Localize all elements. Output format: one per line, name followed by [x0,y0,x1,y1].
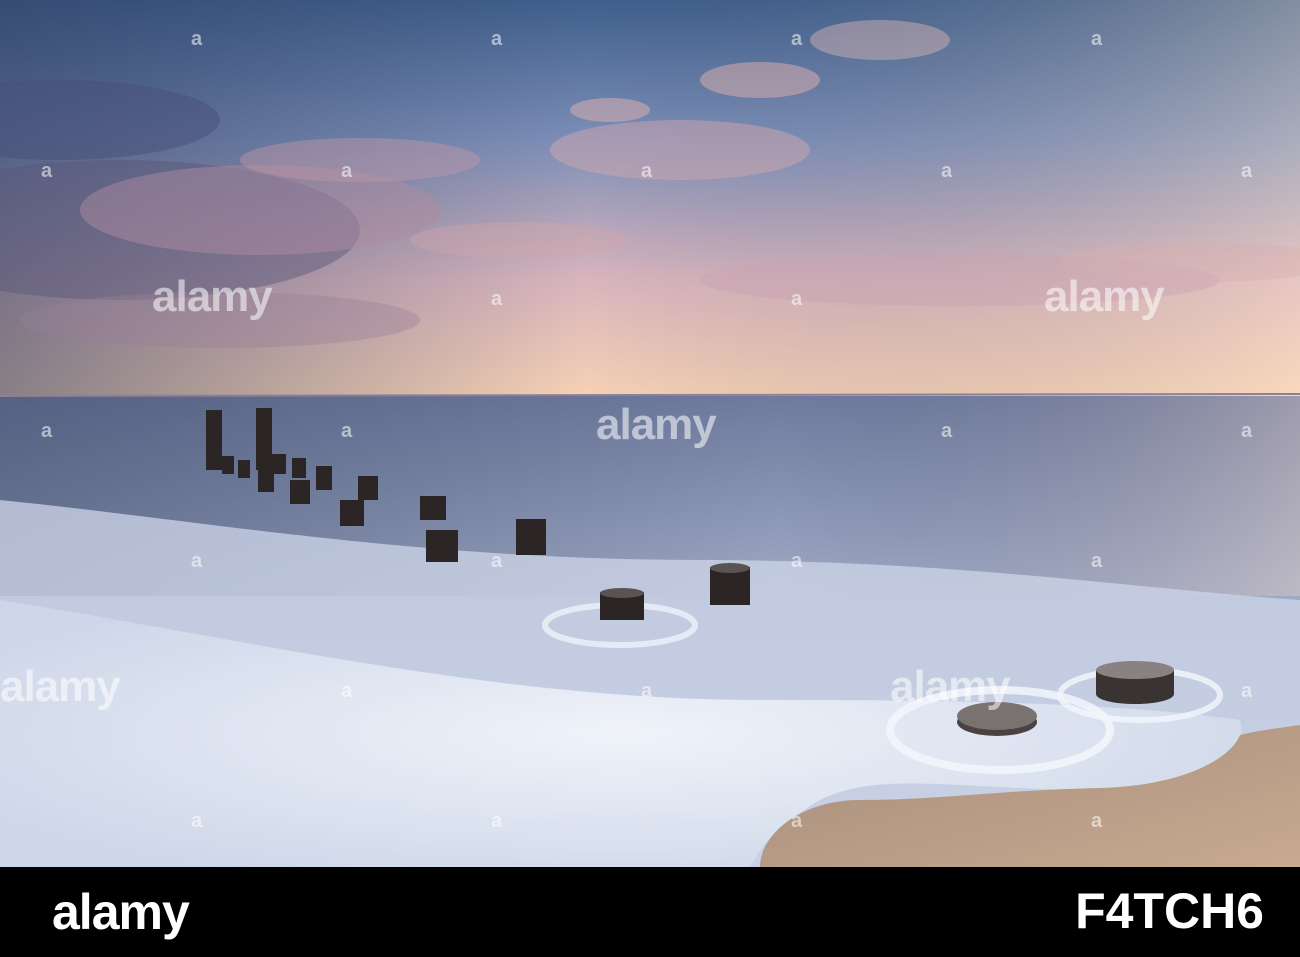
alamy-logo[interactable]: alamy [52,883,190,941]
footer-bar: alamy F4TCH6 [0,867,1300,957]
photo-scene: alamy alamy alamy alamy alamy [0,0,1300,867]
image-id: F4TCH6 [1075,883,1264,939]
seascape-photo [0,0,1300,867]
